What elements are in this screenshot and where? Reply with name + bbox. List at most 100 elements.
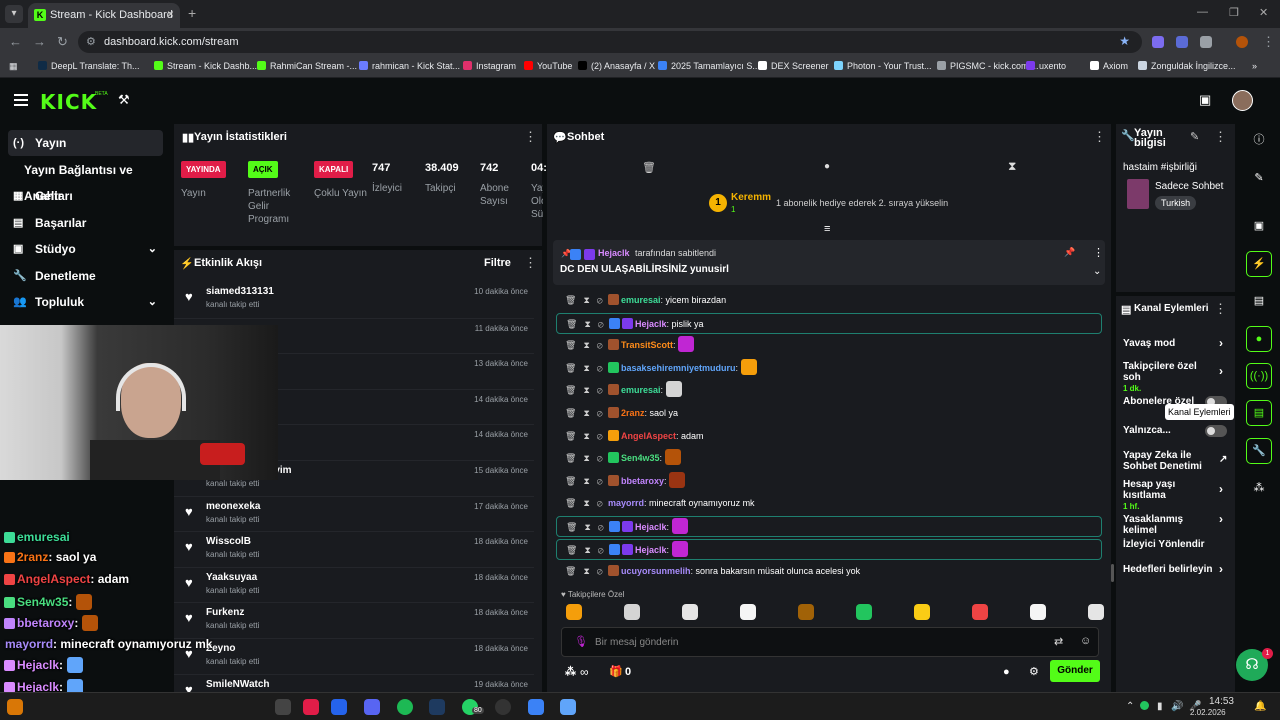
hourglass-icon[interactable]: ⧗ xyxy=(1008,159,1016,174)
channel-action-item[interactable]: İzleyici Yönlendir xyxy=(1123,539,1233,550)
chat-message[interactable]: 🗑⧗⊘ AngelAspect: adam xyxy=(556,426,1102,447)
activity-row[interactable]: ♥ SmileNWatch 19 dakika önce xyxy=(174,673,534,692)
timeout-icon[interactable]: ⧗ xyxy=(583,363,596,373)
filter-button[interactable]: Filtre xyxy=(484,257,511,269)
sidebar-item[interactable]: ▦ Gelir xyxy=(8,183,163,209)
taskbar-app-icon[interactable] xyxy=(331,699,347,715)
minimize-icon[interactable]: — xyxy=(1197,6,1208,18)
delete-icon[interactable]: 🗑 xyxy=(566,545,584,555)
delete-icon[interactable]: 🗑 xyxy=(565,431,583,441)
chat-username[interactable]: emuresai xyxy=(621,385,661,395)
chat-username[interactable]: AngelAspect xyxy=(621,431,676,441)
taskbar-app-icon[interactable] xyxy=(7,699,23,715)
wallet-icon[interactable]: ▣ xyxy=(1199,92,1211,108)
delete-icon[interactable]: 🗑 xyxy=(565,453,583,463)
reload-icon[interactable]: ↻ xyxy=(57,34,68,50)
activity-row[interactable]: ♥ siamed313131 kanalı takip etti 10 dakika … xyxy=(174,282,534,317)
quick-emote[interactable] xyxy=(914,604,930,620)
spotify-icon[interactable] xyxy=(397,699,413,715)
sidebar-item[interactable]: 🔧 Denetleme xyxy=(8,263,163,289)
toggle-switch[interactable] xyxy=(1205,425,1227,437)
activity-row[interactable]: ♥ Yaaksuyaa kanalı takip etti 18 dakika önc… xyxy=(174,566,534,602)
unpin-icon[interactable]: 📌 xyxy=(1064,247,1075,258)
chat-input[interactable]: 🎙 Bir mesaj gönderin ⇄ ☺ xyxy=(561,627,1099,657)
gear-icon[interactable]: ⚙ xyxy=(1029,665,1039,678)
chat-username[interactable]: Sen4w35 xyxy=(621,453,660,463)
quick-emote[interactable] xyxy=(1088,604,1104,620)
document-icon[interactable]: ▤ xyxy=(1246,289,1272,315)
bookmark-star-icon[interactable]: ★ xyxy=(1119,34,1130,48)
delete-icon[interactable]: 🗑 xyxy=(565,340,583,350)
steam-icon[interactable] xyxy=(429,699,445,715)
timeout-icon[interactable]: ⧗ xyxy=(583,566,596,576)
channel-action-item[interactable]: Hedefleri belirleyin › xyxy=(1123,563,1233,575)
timeout-icon[interactable]: ⧗ xyxy=(583,476,596,486)
extension-icon[interactable] xyxy=(1176,36,1188,48)
delete-icon[interactable]: 🗑 xyxy=(565,476,583,486)
chat-message[interactable]: 🗑⧗⊘ Hejaclk: xyxy=(556,538,1102,560)
channel-action-item[interactable]: Yapay Zeka ile Sohbet Denetimi ↗ xyxy=(1123,450,1233,472)
bookmark-item[interactable]: Axiom xyxy=(1090,61,1128,71)
activity-row[interactable]: ♥ WisscolB kanalı takip etti 18 dakika önce xyxy=(174,531,534,566)
top-gifter-name[interactable]: Keremm xyxy=(731,192,771,203)
chat-message[interactable]: 🗑⧗⊘ ucuyorsunmelih: sonra bakarsın müsait… xyxy=(556,561,1102,582)
delete-icon[interactable]: 🗑 xyxy=(565,385,583,395)
activity-row[interactable]: ♥ meonexeka kanalı takip etti 17 dakika önc… xyxy=(174,495,534,531)
quick-emote[interactable] xyxy=(566,604,582,620)
bookmarks-overflow-icon[interactable]: » xyxy=(1252,61,1257,71)
sidebar-item[interactable]: Yayın Bağlantısı ve Anahtarı xyxy=(8,157,163,203)
forward-icon[interactable]: → xyxy=(33,34,46,49)
edit-icon[interactable]: ✎ xyxy=(1190,130,1199,143)
quick-emote[interactable] xyxy=(624,604,640,620)
activity-menu-icon[interactable]: ⋮ xyxy=(524,255,537,271)
delete-icon[interactable]: 🗑 xyxy=(565,363,583,373)
sidebar-item[interactable]: 👥 Topluluk ⌄ xyxy=(8,289,163,315)
emoji-icon[interactable]: ☺ xyxy=(1080,635,1091,647)
chat-message[interactable]: 🗑⧗⊘ Hejaclk: xyxy=(556,516,1102,537)
sidebar-item[interactable]: (·) Yayın xyxy=(8,130,163,156)
delete-icon[interactable]: 🗑 xyxy=(565,566,583,576)
channel-action-item[interactable]: Takipçilere özel soh 1 dk. › xyxy=(1123,361,1233,394)
notification-bell-icon[interactable]: 🔔 xyxy=(1254,701,1266,712)
timeout-icon[interactable]: ⧗ xyxy=(584,319,597,329)
activity-row[interactable]: ♥ Furkenz kanalı takip etti 18 dakika önce xyxy=(174,602,534,637)
camera-icon[interactable]: ▣ xyxy=(1246,214,1272,240)
delete-icon[interactable]: 🗑 xyxy=(565,408,583,418)
extensions-puzzle-icon[interactable] xyxy=(1200,36,1212,48)
stream-info-menu-icon[interactable]: ⋮ xyxy=(1214,129,1227,145)
bookmark-item[interactable]: YouTube xyxy=(524,61,572,71)
chat-username[interactable]: bbetaroxy xyxy=(621,476,664,486)
chat-message[interactable]: 🗑⧗⊘ mayorrd: minecraft oynamıyoruz mk xyxy=(556,493,1102,514)
delete-icon[interactable]: 🗑 xyxy=(565,295,583,305)
quick-emote[interactable] xyxy=(798,604,814,620)
tray-app-icon[interactable] xyxy=(1140,701,1149,710)
profile-avatar-icon[interactable] xyxy=(1236,36,1248,48)
bookmark-item[interactable]: DEX Screener xyxy=(758,61,829,71)
discord-icon[interactable] xyxy=(364,699,380,715)
broadcast-icon[interactable]: ((·)) xyxy=(1246,363,1272,389)
taskbar-app-icon[interactable] xyxy=(275,699,291,715)
timeout-icon[interactable]: ⧗ xyxy=(584,522,597,532)
battery-icon[interactable]: ▮ xyxy=(1157,701,1163,712)
info-icon[interactable]: ⓘ xyxy=(1246,128,1272,154)
translate-icon[interactable]: ⇄ xyxy=(1054,635,1063,648)
chat-message[interactable]: 🗑⧗⊘ Sen4w35: xyxy=(556,448,1102,469)
channel-action-item[interactable]: Yavaş mod › xyxy=(1123,337,1233,349)
bookmark-item[interactable]: Photon - Your Trust... xyxy=(834,61,932,71)
taskbar-app-icon[interactable] xyxy=(528,699,544,715)
chat-username[interactable]: Hejaclk xyxy=(635,522,667,532)
address-bar[interactable]: ⚙ dashboard.kick.com/stream ★ xyxy=(78,31,1142,53)
timeout-icon[interactable]: ⧗ xyxy=(583,498,596,508)
timeout-icon[interactable]: ⧗ xyxy=(583,385,596,395)
sidebar-item[interactable]: ▤ Başarılar xyxy=(8,210,163,236)
channel-actions-menu-icon[interactable]: ⋮ xyxy=(1214,301,1227,317)
extension-icon[interactable] xyxy=(1152,36,1164,48)
taskbar-app-icon[interactable] xyxy=(303,699,319,715)
chat-menu-icon[interactable]: ⋮ xyxy=(1093,129,1106,145)
timeout-icon[interactable]: ⧗ xyxy=(583,408,596,418)
timeout-icon[interactable]: ⧗ xyxy=(584,545,597,555)
site-info-icon[interactable]: ⚙ xyxy=(86,35,96,48)
bookmark-item[interactable]: DeepL Translate: Th... xyxy=(38,61,140,71)
category-thumbnail[interactable] xyxy=(1127,179,1149,209)
chat-username[interactable]: Hejaclk xyxy=(635,319,667,329)
